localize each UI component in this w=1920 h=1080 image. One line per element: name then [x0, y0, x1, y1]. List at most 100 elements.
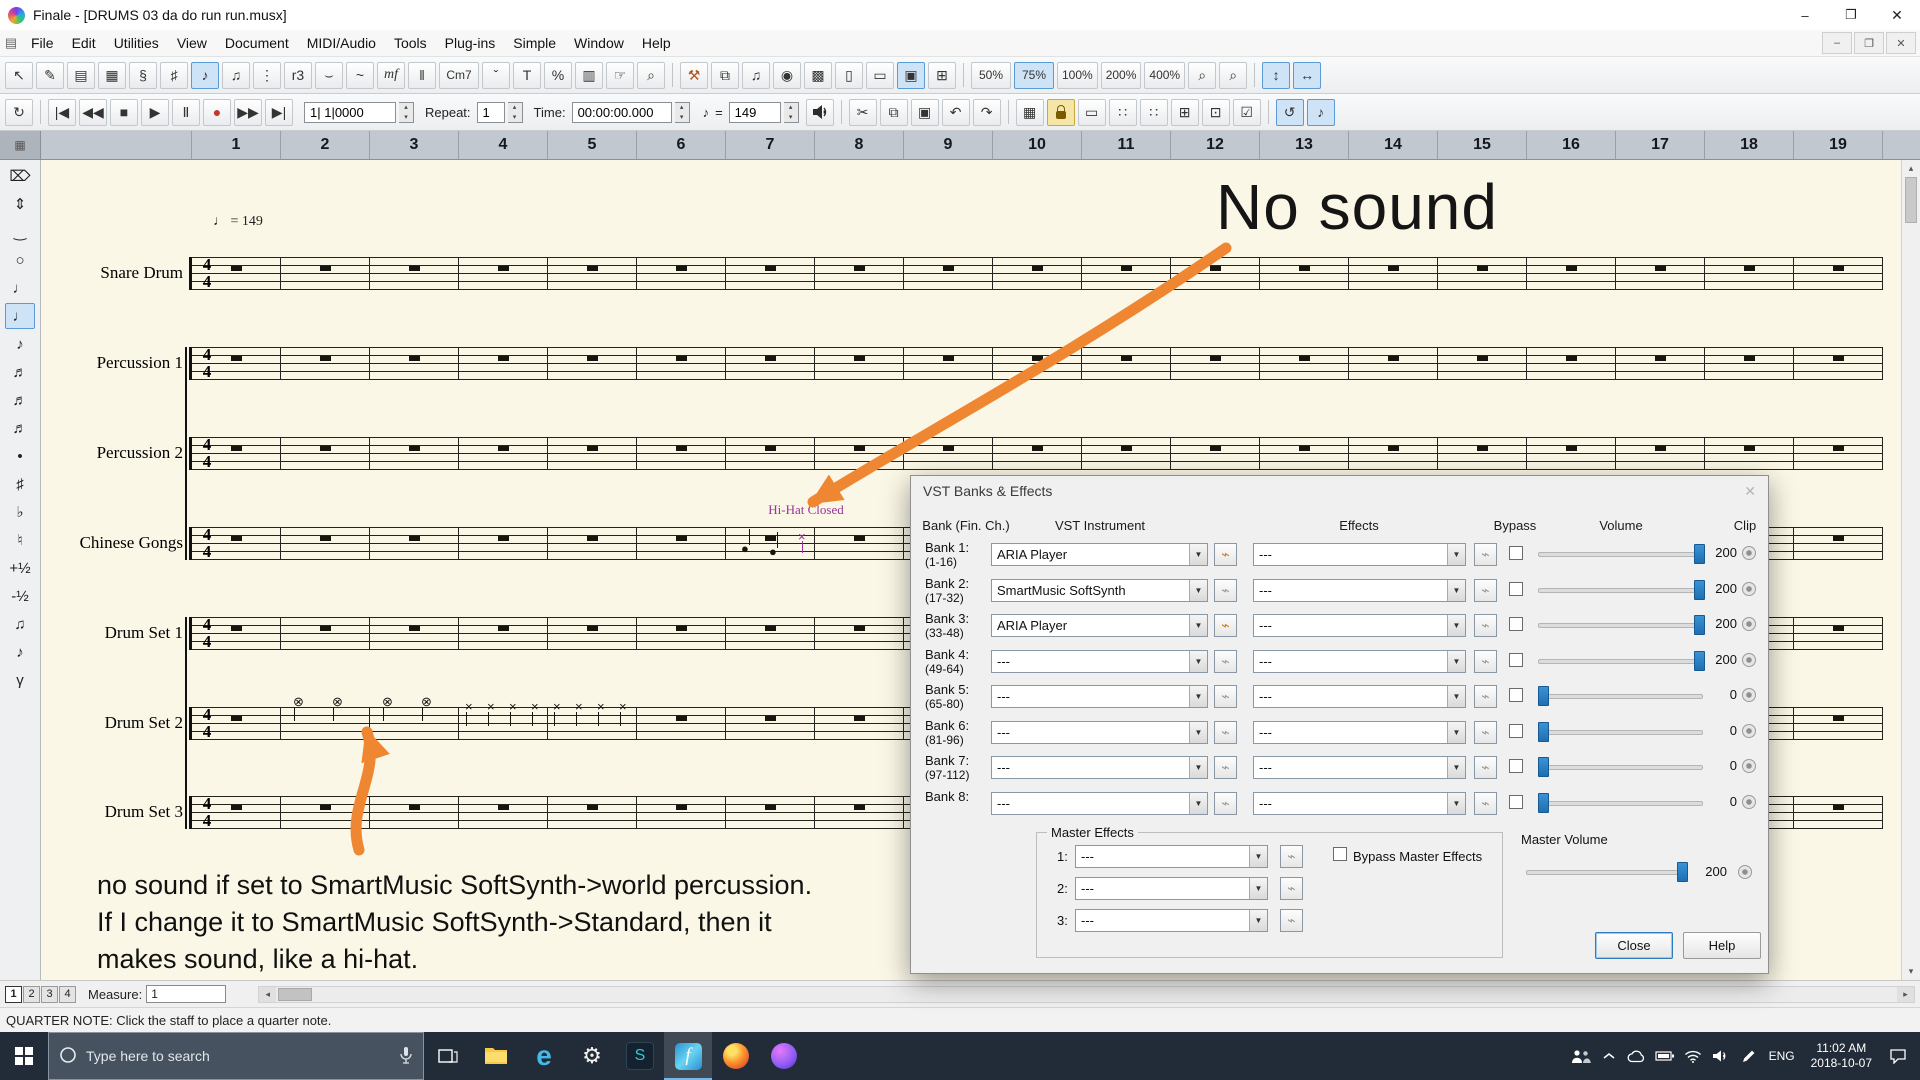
media-app-button[interactable]: [760, 1032, 808, 1080]
menu-document[interactable]: Document: [216, 30, 298, 56]
volume-slider[interactable]: [1538, 684, 1703, 706]
task-view-button[interactable]: [424, 1032, 472, 1080]
counter-spinner[interactable]: ▴ ▾: [399, 101, 414, 123]
shape-designer-tool[interactable]: ~: [346, 61, 374, 89]
ruler-measure-11[interactable]: 11: [1081, 131, 1170, 159]
menu-midi-audio[interactable]: MIDI/Audio: [298, 30, 385, 56]
vertical-scroll-thumb[interactable]: [1905, 177, 1917, 223]
ruler-icon[interactable]: ▭: [1077, 98, 1106, 126]
ruler-measure-3[interactable]: 3: [369, 131, 458, 159]
instrument-edit-icon[interactable]: ⌁: [1214, 614, 1237, 637]
spinner-down-icon[interactable]: ▾: [675, 112, 689, 122]
master-effect-select[interactable]: --- ▼: [1075, 845, 1268, 868]
vst-instrument-select[interactable]: --- ▼: [991, 685, 1208, 708]
master-effect-select[interactable]: --- ▼: [1075, 909, 1268, 932]
scroll-left-icon[interactable]: ◂: [259, 986, 277, 1002]
world-instruments-icon[interactable]: ◉: [773, 61, 801, 89]
dialog-close-icon[interactable]: ✕: [1744, 483, 1756, 500]
zoom-400-button[interactable]: 400%: [1144, 61, 1186, 89]
horizontal-scrollbar[interactable]: ◂ ▸: [258, 985, 1915, 1003]
mdi-close-button[interactable]: ✕: [1886, 32, 1916, 54]
ruler-measure-8[interactable]: 8: [814, 131, 903, 159]
cut-icon[interactable]: ✂: [848, 98, 877, 126]
beat-chart-icon[interactable]: ▩: [804, 61, 832, 89]
chevron-down-icon[interactable]: ▼: [1189, 757, 1207, 778]
eraser-tool[interactable]: ⌦: [5, 163, 35, 189]
dialog-help-button[interactable]: Help: [1683, 932, 1761, 959]
forward-to-end-button[interactable]: ▶|: [265, 98, 293, 126]
effects-edit-icon[interactable]: ⌁: [1474, 685, 1497, 708]
bypass-checkbox[interactable]: [1509, 724, 1523, 738]
dialog-titlebar[interactable]: VST Banks & Effects ✕: [911, 476, 1768, 506]
vst-instrument-select[interactable]: --- ▼: [991, 792, 1208, 815]
graphics-tool[interactable]: ▥: [575, 61, 603, 89]
fit-height-icon[interactable]: ↕: [1262, 61, 1291, 89]
instrument-edit-icon[interactable]: ⌁: [1214, 721, 1237, 744]
sixty-fourth-note-button[interactable]: ♬: [5, 415, 35, 441]
page-button-2[interactable]: 2: [23, 985, 40, 1003]
staff-sets-icon[interactable]: ⊞: [928, 61, 956, 89]
spinner-up-icon[interactable]: ▴: [675, 103, 689, 113]
mdi-minimize-button[interactable]: –: [1822, 32, 1852, 54]
onedrive-icon[interactable]: [1625, 1049, 1649, 1063]
menu-plug-ins[interactable]: Plug-ins: [436, 30, 505, 56]
record-button[interactable]: ●: [203, 98, 231, 126]
file-explorer-button[interactable]: [472, 1032, 520, 1080]
horizontal-scroll-thumb[interactable]: [278, 987, 313, 1001]
scroll-right-icon[interactable]: ▸: [1897, 986, 1914, 1002]
repeat-spinner[interactable]: ▴ ▾: [507, 101, 523, 123]
effects-select[interactable]: --- ▼: [1253, 756, 1466, 779]
copy-icon[interactable]: ⧉: [879, 98, 908, 126]
firefox-button[interactable]: [712, 1032, 760, 1080]
time-spinner[interactable]: ▴ ▾: [674, 101, 690, 123]
tray-expand-icon[interactable]: [1597, 1052, 1621, 1060]
zoom-100-button[interactable]: 100%: [1057, 61, 1098, 89]
clef-tool[interactable]: §: [129, 61, 157, 89]
selection-tool[interactable]: ↖: [5, 61, 33, 89]
time-field[interactable]: 00:00:00.000: [571, 101, 672, 123]
volume-slider[interactable]: [1538, 578, 1705, 600]
ruler-measure-9[interactable]: 9: [903, 131, 992, 159]
ruler-measure-13[interactable]: 13: [1259, 131, 1348, 159]
undo-icon[interactable]: ↶: [941, 98, 970, 126]
ruler-measure-6[interactable]: 6: [636, 131, 725, 159]
vst-instrument-select[interactable]: ARIA Player ▼: [991, 614, 1208, 637]
close-button[interactable]: ✕: [1874, 0, 1920, 30]
zoom-drag-icon[interactable]: ⌕: [1219, 61, 1248, 89]
menu-tools[interactable]: Tools: [385, 30, 436, 56]
volume-slider[interactable]: [1538, 542, 1705, 564]
finale-button[interactable]: f: [664, 1032, 712, 1080]
master-volume-slider[interactable]: [1526, 860, 1688, 882]
menu-edit[interactable]: Edit: [63, 30, 105, 56]
mdi-restore-button[interactable]: ❐: [1854, 32, 1884, 54]
articulation-tool[interactable]: ˇ: [482, 61, 510, 89]
menu-utilities[interactable]: Utilities: [105, 30, 168, 56]
chevron-down-icon[interactable]: ▼: [1189, 793, 1207, 814]
tie-tool[interactable]: ‿: [5, 219, 35, 245]
slider-thumb[interactable]: [1538, 757, 1549, 777]
spinner-up-icon[interactable]: ▴: [508, 103, 522, 113]
effects-select[interactable]: --- ▼: [1253, 614, 1466, 637]
thirty-second-note-button[interactable]: ♬: [5, 387, 35, 413]
effects-select[interactable]: --- ▼: [1253, 721, 1466, 744]
smart-shape-tool[interactable]: ⌣: [315, 61, 343, 89]
playback-settings-icon[interactable]: ↻: [5, 98, 33, 126]
pause-button[interactable]: Ⅱ: [172, 98, 200, 126]
chevron-down-icon[interactable]: ▼: [1189, 651, 1207, 672]
effects-edit-icon[interactable]: ⌁: [1474, 756, 1497, 779]
hi-hat-closed-label[interactable]: Hi-Hat Closed: [731, 502, 881, 518]
key-signature-tool[interactable]: ♯: [160, 61, 188, 89]
tuplet-button[interactable]: ♫: [5, 611, 35, 637]
menu-simple[interactable]: Simple: [504, 30, 565, 56]
hyperscribe-tool[interactable]: ⋮: [253, 61, 281, 89]
instrument-edit-icon[interactable]: ⌁: [1214, 685, 1237, 708]
selection-grid-icon[interactable]: ▦: [1015, 98, 1044, 126]
zoom-in-icon[interactable]: ⌕: [1188, 61, 1217, 89]
chevron-down-icon[interactable]: ▼: [1189, 722, 1207, 743]
slider-thumb[interactable]: [1538, 686, 1549, 706]
ruler-measure-14[interactable]: 14: [1348, 131, 1437, 159]
master-effect-edit-icon[interactable]: ⌁: [1280, 909, 1303, 932]
language-indicator[interactable]: ENG: [1761, 1049, 1803, 1063]
chevron-down-icon[interactable]: ▼: [1447, 757, 1465, 778]
hand-grabber-tool[interactable]: ☞: [606, 61, 634, 89]
